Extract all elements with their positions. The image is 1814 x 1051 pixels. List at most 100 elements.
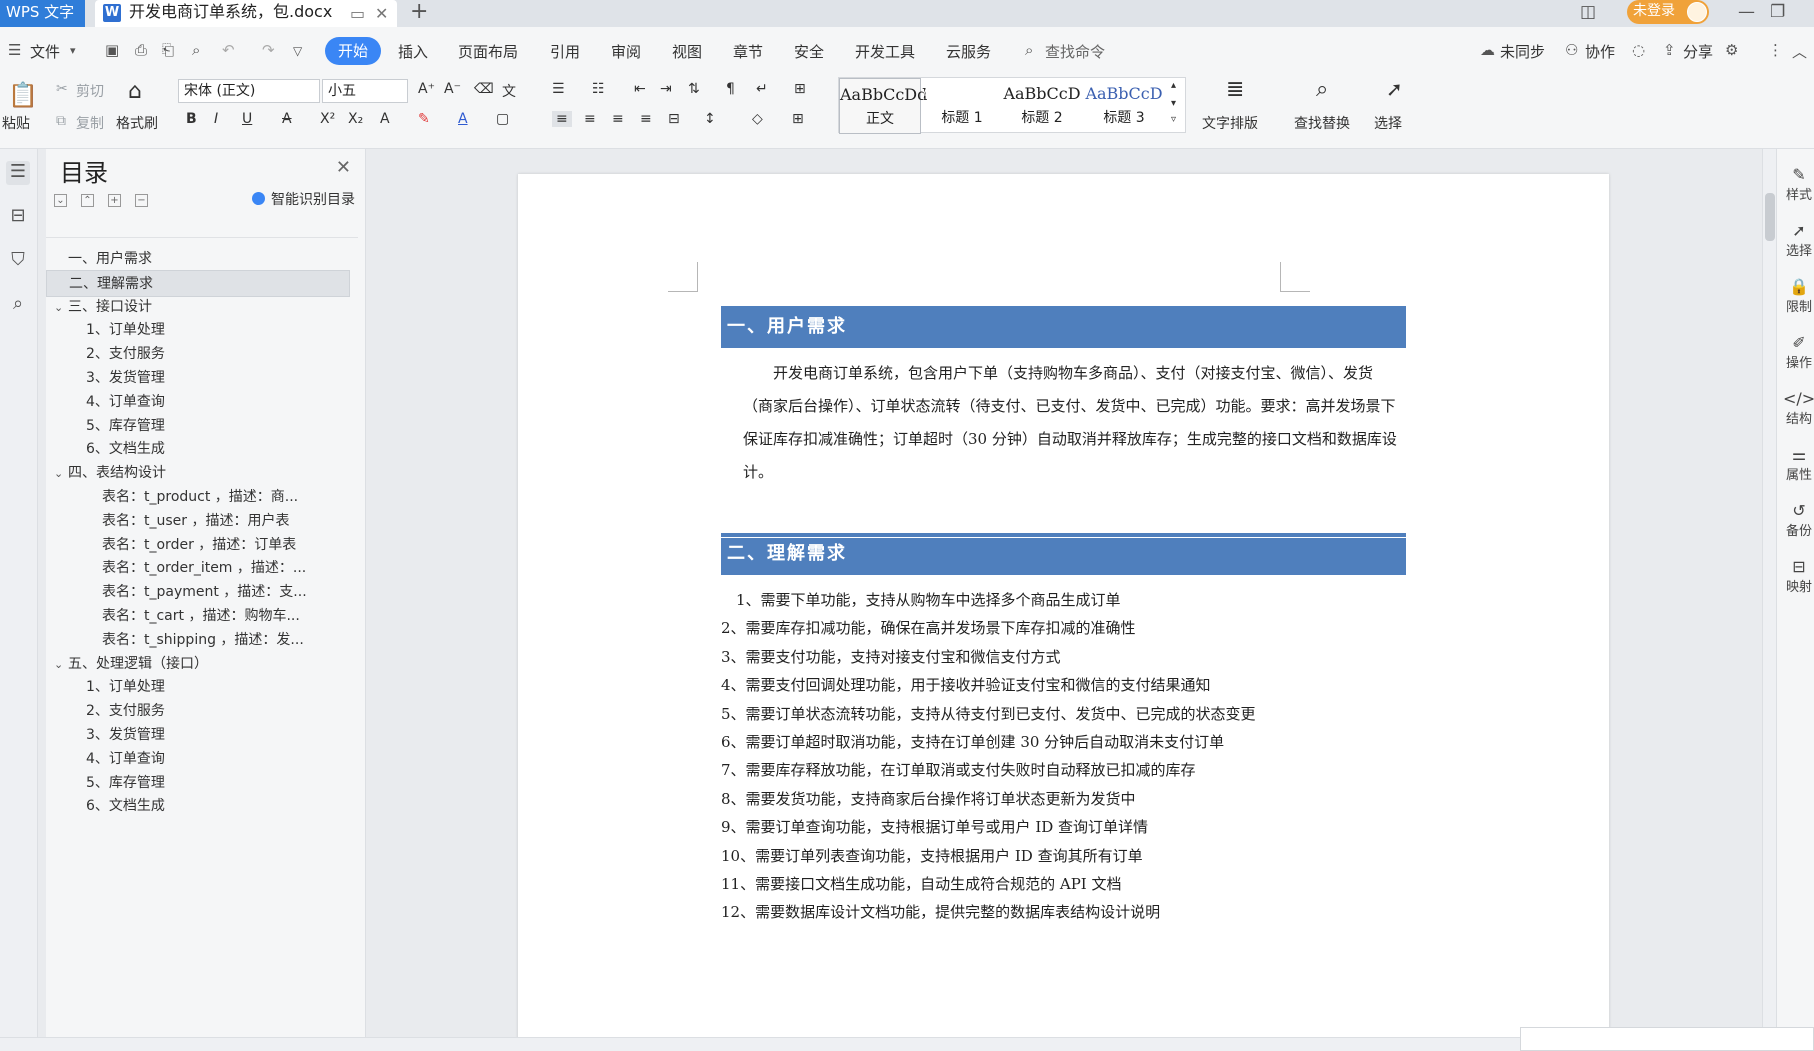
collaborate-button[interactable]: 协作 [1585, 41, 1615, 62]
highlight-icon[interactable]: ✎ [418, 111, 430, 127]
print-preview-icon[interactable]: ⌕ [192, 41, 200, 59]
style-heading-3[interactable]: AaBbCcD 标题 3 [1083, 78, 1165, 134]
panel-operation[interactable]: ✐ 操作 [1783, 333, 1814, 371]
customize-toolbar-icon[interactable]: ▽ [293, 44, 302, 58]
align-center-icon[interactable]: ≡ [584, 111, 596, 127]
menu-tab-references[interactable]: 引用 [550, 41, 580, 62]
collapse-all-icon[interactable]: ⌃ [81, 194, 94, 207]
pin-tab-icon[interactable]: ▭ [350, 2, 365, 26]
shrink-font-icon[interactable]: A⁻ [444, 81, 461, 97]
minimize-icon[interactable]: — [1738, 2, 1755, 22]
smart-toc-button[interactable]: 智能识别目录 [252, 189, 355, 209]
format-painter-button[interactable]: 格式刷 [116, 113, 158, 133]
decrease-indent-icon[interactable]: ⇤ [634, 81, 646, 97]
document-page[interactable]: 一、用户需求 开发电商订单系统，包含用户下单（支持购物车多商品）、支付（对接支付… [518, 174, 1609, 1051]
comment-icon[interactable]: ◌ [1632, 41, 1645, 59]
menu-tab-review[interactable]: 审阅 [611, 41, 641, 62]
new-tab-button[interactable]: + [410, 0, 428, 24]
numbered-list-icon[interactable]: ☷ [592, 81, 605, 97]
subscript-icon[interactable]: X₂ [348, 111, 363, 127]
menu-tab-page-layout[interactable]: 页面布局 [458, 41, 518, 62]
menu-hamburger-icon[interactable]: ☰ [8, 41, 21, 59]
style-heading-1[interactable]: AaBbCcDd 标题 1 [921, 78, 1008, 134]
line-break-icon[interactable]: ↵ [756, 81, 768, 97]
gear-icon[interactable]: ⚙ [1725, 41, 1738, 59]
panel-restrict[interactable]: 🔒 限制 [1783, 277, 1814, 315]
vertical-scrollbar[interactable] [1762, 149, 1776, 1037]
find-replace-button[interactable]: 查找替换 [1294, 113, 1350, 133]
file-menu[interactable]: 文件 [30, 41, 60, 62]
style-scroll-up-icon[interactable]: ▴ [1171, 80, 1176, 91]
document-tab[interactable]: W 开发电商订单系统，包.docx ▭ ✕ [95, 0, 397, 27]
align-right-icon[interactable]: ≡ [612, 111, 624, 127]
search-icon[interactable]: ⌕ [6, 293, 30, 317]
bookmark-icon[interactable]: ⛉ [6, 249, 30, 273]
format-painter-icon[interactable]: ⌂ [128, 79, 142, 104]
paste-button[interactable]: 粘贴 [2, 113, 30, 133]
command-search[interactable]: 查找命令 [1045, 41, 1105, 62]
panel-select[interactable]: ➚ 选择 [1783, 221, 1814, 259]
font-name-select[interactable]: 宋体 (正文) [178, 79, 320, 103]
print-icon[interactable]: ⎗ [162, 41, 174, 59]
menu-tab-developer[interactable]: 开发工具 [855, 41, 915, 62]
restore-icon[interactable]: ❐ [1770, 2, 1785, 22]
toc-panel-icon[interactable]: ☰ [6, 161, 30, 185]
style-normal[interactable]: AaBbCcDd 正文 [839, 78, 927, 134]
font-color-icon[interactable]: A [458, 111, 468, 127]
menu-tab-chapter[interactable]: 章节 [733, 41, 763, 62]
clear-format-icon[interactable]: ⌫ [474, 81, 494, 97]
paste-icon[interactable]: 📋 [8, 81, 38, 109]
grow-font-icon[interactable]: A⁺ [418, 81, 435, 97]
style-heading-2[interactable]: AaBbCcD 标题 2 [1001, 78, 1083, 134]
shading-icon[interactable]: ◇ [752, 111, 763, 127]
strikethrough-icon[interactable]: A [282, 111, 292, 127]
close-icon[interactable]: ✕ [336, 157, 351, 178]
chapter-nav-icon[interactable]: ⊟ [6, 205, 30, 229]
distribute-icon[interactable]: ⊟ [668, 111, 680, 127]
scrollbar-thumb[interactable] [1765, 193, 1775, 241]
panel-backup[interactable]: ↺ 备份 [1783, 501, 1814, 539]
char-border-icon[interactable]: ▢ [496, 111, 509, 127]
menu-tab-start[interactable]: 开始 [325, 37, 381, 65]
export-icon[interactable]: ⎙ [135, 41, 147, 59]
font-size-select[interactable]: 小五 [322, 79, 408, 103]
toc-item[interactable]: 6、文档生成 [46, 793, 350, 820]
underline-icon[interactable]: U [242, 111, 252, 127]
menu-tab-cloud[interactable]: 云服务 [946, 41, 991, 62]
italic-icon[interactable]: I [214, 111, 218, 127]
bold-icon[interactable]: B [186, 111, 197, 127]
collapse-ribbon-icon[interactable]: ︿ [1792, 41, 1807, 62]
menu-tab-insert[interactable]: 插入 [398, 41, 428, 62]
add-heading-icon[interactable]: + [108, 194, 121, 207]
align-left-icon[interactable]: ≡ [552, 111, 572, 127]
increase-indent-icon[interactable]: ⇥ [660, 81, 672, 97]
chevron-down-icon[interactable]: ▾ [70, 44, 76, 57]
phonetic-icon[interactable]: 文 [502, 81, 516, 101]
sync-status[interactable]: 未同步 [1500, 41, 1545, 62]
save-icon[interactable]: ▣ [105, 41, 119, 59]
redo-icon[interactable]: ↷ [262, 41, 275, 59]
panel-mapping[interactable]: ⊟ 映射 [1783, 557, 1814, 595]
style-more-icon[interactable]: ▿ [1171, 114, 1176, 125]
panel-properties[interactable]: ⚌ 属性 [1783, 445, 1814, 483]
text-layout-icon[interactable]: ≣ [1226, 77, 1244, 102]
style-scroll-down-icon[interactable]: ▾ [1171, 98, 1176, 109]
justify-icon[interactable]: ≡ [640, 111, 652, 127]
text-effect-icon[interactable]: A [380, 111, 390, 127]
cursor-icon[interactable]: ➚ [1386, 77, 1403, 101]
find-icon[interactable]: ⌕ [1316, 77, 1328, 102]
share-button[interactable]: 分享 [1683, 41, 1713, 62]
superscript-icon[interactable]: X² [320, 111, 335, 127]
sort-icon[interactable]: ⇅ [688, 81, 700, 97]
copy-button[interactable]: 复制 [76, 113, 104, 133]
menu-tab-security[interactable]: 安全 [794, 41, 824, 62]
panel-style[interactable]: ✎ 样式 [1783, 165, 1814, 203]
line-spacing-icon[interactable]: ↕ [704, 111, 716, 127]
bullet-list-icon[interactable]: ☰ [552, 81, 565, 97]
remove-heading-icon[interactable]: − [135, 194, 148, 207]
ime-toolbar[interactable] [1520, 1027, 1814, 1051]
show-marks-icon[interactable]: ¶ [726, 81, 735, 97]
select-button[interactable]: 选择 [1374, 113, 1402, 133]
more-icon[interactable]: ⋮ [1768, 41, 1783, 59]
app-tab[interactable]: WPS 文字 [0, 0, 85, 27]
